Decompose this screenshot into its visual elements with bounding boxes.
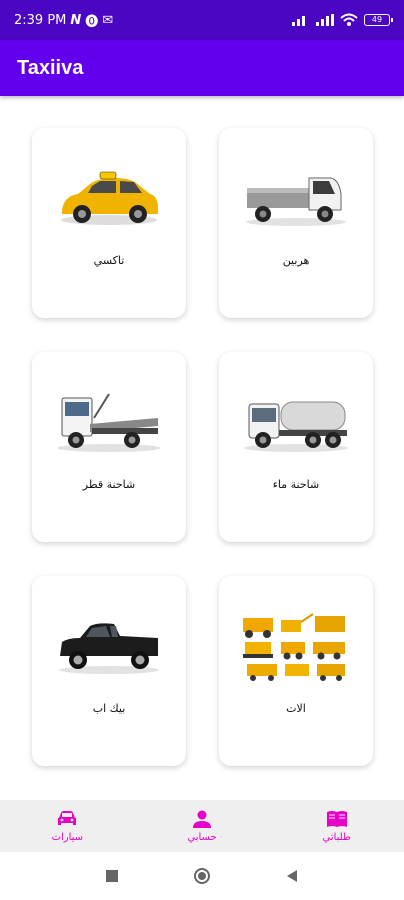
signal-icon-2 (316, 14, 334, 26)
pickup-car-icon (59, 623, 159, 674)
recents-button[interactable] (102, 866, 122, 886)
category-label: شاحنة ماء (272, 478, 320, 491)
category-label: هربين (282, 254, 310, 267)
circle-icon (194, 868, 210, 884)
signal-icon (292, 16, 305, 26)
app-bar: Taxiiva (0, 40, 404, 96)
category-card-water-truck[interactable]: شاحنة ماء (219, 352, 373, 542)
nav-orders[interactable]: طلباتي (269, 800, 404, 852)
status-time: 2:39 PM (14, 12, 67, 28)
machinery-icon (243, 613, 345, 681)
battery-icon: 49 (364, 14, 393, 26)
bottom-navigation: سيارات حسابي طلباتي (0, 800, 404, 852)
book-icon (326, 811, 347, 827)
category-label: بيك اب (92, 702, 126, 715)
category-label: شاحنة قطر (82, 478, 136, 491)
water-truck-icon (244, 401, 348, 452)
tow-truck-icon (57, 393, 161, 452)
notification-n-icon: N (70, 12, 82, 28)
category-card-machinery[interactable]: الات (219, 576, 373, 766)
person-icon (193, 810, 211, 828)
mail-icon: ✉ (102, 12, 114, 28)
category-card-pickup[interactable]: بيك اب (32, 576, 186, 766)
pickup-truck-icon (246, 177, 346, 226)
category-label: تاكسي (93, 254, 125, 267)
nav-cars[interactable]: سيارات (0, 800, 135, 852)
nav-orders-label: طلباتي (322, 832, 351, 843)
taxi-icon (61, 171, 158, 225)
nav-cars-label: سيارات (51, 832, 84, 843)
back-button[interactable] (282, 866, 302, 886)
nav-account[interactable]: حسابي (135, 800, 270, 852)
square-icon (106, 870, 118, 882)
category-card-tow-truck[interactable]: شاحنة قطر (32, 352, 186, 542)
nav-account-label: حسابي (187, 832, 217, 843)
app-title: Taxiiva (17, 56, 84, 79)
car-icon (58, 811, 77, 825)
home-button[interactable] (192, 866, 212, 886)
system-navigation-bar (0, 852, 404, 900)
notification-circle-icon: ⓿ (85, 14, 99, 30)
status-left: 2:39 PM N ⓿ ✉ (14, 11, 113, 30)
battery-level: 49 (371, 15, 383, 24)
wifi-icon (340, 13, 358, 26)
status-right: 49 (292, 13, 393, 27)
category-card-taxi[interactable]: تاكسي (32, 128, 186, 318)
category-label: الات (286, 702, 306, 715)
category-grid: تاكسي هربين شاحنة قطر شاحنة ماء بيك اب ا… (0, 96, 404, 800)
status-bar: 2:39 PM N ⓿ ✉ 49 (0, 0, 404, 40)
triangle-back-icon (287, 870, 297, 882)
category-card-harbeen[interactable]: هربين (219, 128, 373, 318)
